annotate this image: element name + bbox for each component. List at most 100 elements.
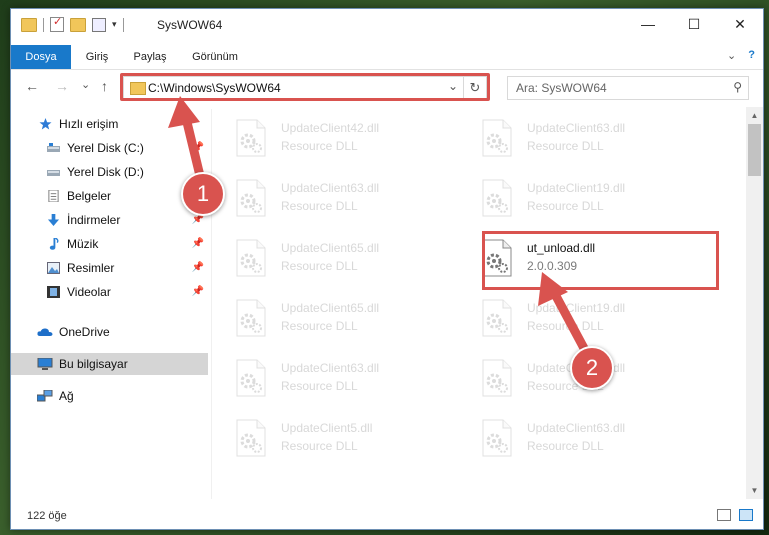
cloud-icon (37, 328, 53, 336)
scroll-thumb[interactable] (748, 124, 761, 176)
status-bar: 122 öğe (11, 505, 763, 529)
qa-dropdown-icon[interactable]: ▾ (112, 19, 117, 30)
sidebar-item-label: Bu bilgisayar (59, 357, 128, 371)
file-name: UpdateClient65.dll (281, 241, 380, 255)
dll-file-icon (481, 179, 513, 217)
maximize-button[interactable]: ☐ (671, 9, 717, 39)
file-name: UpdateClient63.dll (281, 361, 380, 375)
window-title: SysWOW64 (157, 18, 223, 32)
divider (43, 17, 44, 32)
sidebar-item-documents[interactable]: Belgeler (11, 185, 208, 207)
new-folder-icon[interactable] (70, 17, 86, 32)
dll-file-icon (235, 359, 267, 397)
file-name: UpdateClient19.dll (527, 301, 626, 315)
dll-file-icon (235, 419, 267, 457)
file-name: UpdateClient63.dll (527, 421, 626, 435)
file-item[interactable]: UpdateClient19.dll Resource DLL (463, 173, 693, 223)
customize-icon[interactable] (92, 17, 106, 32)
file-item[interactable]: UpdateClient5.dll Resource DLL (217, 413, 447, 463)
scroll-down-icon[interactable]: ▼ (746, 482, 763, 499)
sidebar-item-this-pc[interactable]: Bu bilgisayar (11, 353, 208, 375)
file-item[interactable]: UpdateClient63.dll Resource DLL (463, 113, 693, 163)
download-icon (47, 214, 60, 226)
back-button[interactable]: ← (25, 78, 39, 94)
file-type: Resource DLL (281, 259, 358, 273)
sidebar-item-disk-d[interactable]: Yerel Disk (D:) (11, 161, 208, 183)
dll-file-icon (235, 239, 267, 277)
search-box[interactable]: Ara: SysWOW64 ⚲ (507, 76, 749, 100)
sidebar-item-quick-access[interactable]: Hızlı erişim (11, 113, 208, 135)
file-highlight-box (482, 231, 719, 290)
star-icon (39, 118, 52, 130)
close-button[interactable]: ✕ (717, 9, 763, 39)
sidebar-item-downloads[interactable]: İndirmeler 📌 (11, 209, 208, 231)
dll-file-icon (235, 299, 267, 337)
search-icon[interactable]: ⚲ (733, 80, 742, 94)
file-item[interactable]: UpdateClient42.dll Resource DLL (217, 113, 447, 163)
sidebar-item-label: Yerel Disk (D:) (67, 165, 144, 179)
sidebar-item-disk-c[interactable]: Yerel Disk (C:) 📌 (11, 137, 208, 159)
explorer-window: ▾ SysWOW64 — ☐ ✕ Dosya Giriş Paylaş Görü… (10, 8, 764, 530)
sidebar-item-label: OneDrive (59, 325, 110, 339)
file-item[interactable]: UpdateClient63.dll Resource DLL (217, 173, 447, 223)
documents-icon (48, 190, 59, 202)
sidebar-item-label: Hızlı erişim (59, 117, 119, 131)
file-item[interactable]: UpdateClient65.dll Resource DLL (217, 293, 447, 343)
dll-file-icon (481, 299, 513, 337)
sidebar-item-label: Resimler (67, 261, 115, 275)
file-item[interactable]: UpdateClient63.dll Resource DLL (217, 353, 447, 403)
pane-divider[interactable] (211, 109, 212, 499)
pictures-icon (47, 262, 60, 274)
sidebar-item-network[interactable]: Ağ (11, 385, 208, 407)
file-list: UpdateClient42.dll Resource DLL UpdateClie… (217, 107, 743, 499)
pin-icon: 📌 (191, 238, 204, 249)
dll-file-icon (235, 179, 267, 217)
sidebar-item-music[interactable]: Müzik 📌 (11, 233, 208, 255)
navigation-bar: ← → ⌄ ↑ C:\Windows\SysWOW64 ⌄ ↻ Ara: Sys… (11, 71, 763, 103)
drive-icon (47, 170, 60, 176)
tab-share[interactable]: Paylaş (125, 45, 175, 69)
file-type: Resource DLL (527, 319, 604, 333)
drive-icon (47, 143, 60, 152)
file-item[interactable]: UpdateClient65.dll Resource DLL (217, 233, 447, 283)
divider (122, 17, 124, 32)
sidebar-item-label: Videolar (67, 285, 111, 299)
sidebar-item-pictures[interactable]: Resimler 📌 (11, 257, 208, 279)
quick-access-toolbar: ▾ (21, 15, 124, 32)
file-name: UpdateClient63.dll (281, 181, 380, 195)
sidebar-item-label: Ağ (59, 389, 74, 403)
tab-home[interactable]: Giriş (77, 45, 117, 69)
scroll-up-icon[interactable]: ▲ (746, 107, 763, 124)
dll-file-icon (481, 119, 513, 157)
search-input[interactable]: Ara: SysWOW64 (516, 81, 607, 95)
up-button[interactable]: ↑ (101, 78, 108, 94)
file-item[interactable]: UpdateClient19.dll Resource DLL (463, 293, 693, 343)
file-type: Resource DLL (281, 139, 358, 153)
address-highlight-box (120, 73, 490, 101)
tab-view[interactable]: Görünüm (185, 45, 245, 69)
file-name: UpdateClient5.dll (281, 421, 373, 435)
help-icon[interactable]: ? (748, 49, 755, 62)
forward-button[interactable]: → (55, 78, 69, 94)
recent-locations-button[interactable]: ⌄ (81, 78, 90, 91)
vertical-scrollbar[interactable]: ▲ ▼ (746, 107, 763, 499)
pin-icon: 📌 (191, 286, 204, 297)
file-type: Resource DLL (281, 379, 358, 393)
tiles-view-icon[interactable] (739, 509, 753, 521)
ribbon-expand-icon[interactable]: ⌄ (727, 49, 736, 62)
file-item[interactable]: UpdateClient63.dll Resource DLL (463, 413, 693, 463)
sidebar-item-label: İndirmeler (67, 213, 121, 227)
videos-icon (47, 286, 60, 298)
folder-icon[interactable] (21, 17, 37, 32)
tab-file[interactable]: Dosya (11, 45, 71, 69)
details-view-icon[interactable] (717, 509, 731, 521)
step-badge-2: 2 (570, 346, 614, 390)
sidebar-item-onedrive[interactable]: OneDrive (11, 321, 208, 343)
sidebar-item-label: Belgeler (67, 189, 112, 203)
minimize-button[interactable]: — (625, 9, 671, 39)
ribbon-tabs: Dosya Giriş Paylaş Görünüm ⌄ ? (11, 45, 763, 70)
sidebar-item-videos[interactable]: Videolar 📌 (11, 281, 208, 303)
properties-check-icon[interactable] (50, 15, 64, 32)
navigation-pane: Hızlı erişim Yerel Disk (C:) 📌 Yerel Dis… (11, 109, 211, 499)
file-type: Resource DLL (281, 439, 358, 453)
